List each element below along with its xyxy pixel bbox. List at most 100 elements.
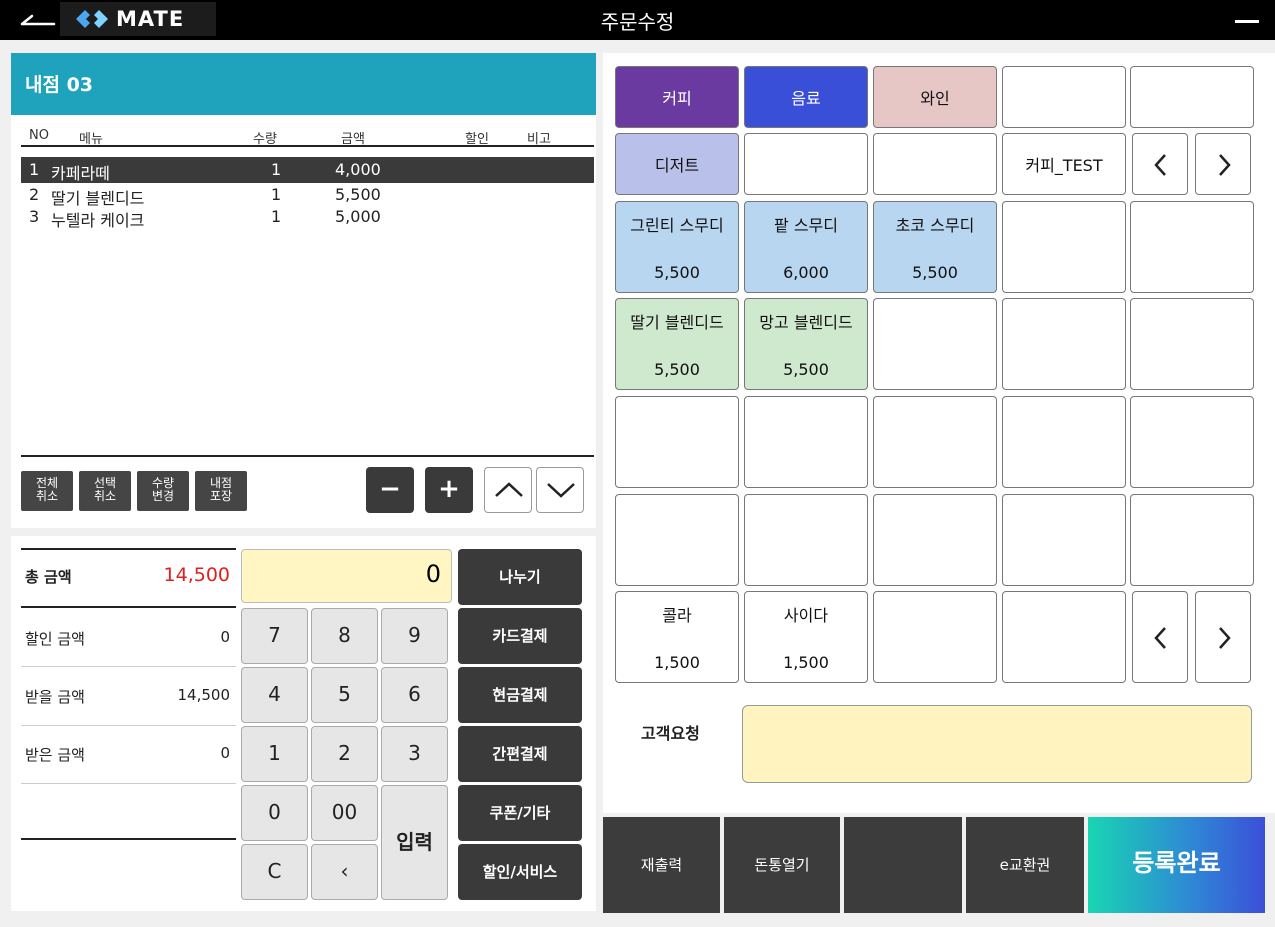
menu-item-empty[interactable] (873, 494, 997, 586)
menu-item-empty[interactable] (873, 591, 997, 683)
menu-item[interactable]: 팥 스무디 6,000 (744, 201, 868, 293)
row-no: 3 (29, 207, 40, 226)
move-up-button[interactable] (484, 467, 532, 513)
key-8[interactable]: 8 (311, 608, 378, 664)
cancel-selected-button[interactable]: 선택 취소 (79, 471, 131, 511)
blank-function-button[interactable] (844, 817, 962, 913)
category-label: 디저트 (654, 156, 700, 175)
menu-item-empty[interactable] (1130, 396, 1254, 488)
split-bill-button[interactable]: 나누기 (458, 549, 582, 605)
change-qty-button[interactable]: 수량 변경 (137, 471, 189, 511)
cash-payment-button[interactable]: 현금결제 (458, 667, 582, 723)
key-7[interactable]: 7 (241, 608, 308, 664)
menu-item-empty[interactable] (615, 396, 739, 488)
amount-input-display[interactable]: 0 (241, 549, 452, 603)
menu-item-empty[interactable] (744, 494, 868, 586)
menu-item[interactable]: 그린티 스무디 5,500 (615, 201, 739, 293)
row-amount: 5,000 (335, 207, 381, 226)
row-no: 2 (29, 185, 40, 204)
key-0[interactable]: 0 (241, 785, 308, 841)
key-3[interactable]: 3 (381, 726, 448, 782)
enter-button[interactable]: 입력 (381, 785, 448, 900)
divider (21, 666, 236, 667)
menu-item-empty[interactable] (744, 396, 868, 488)
col-menu: 메뉴 (79, 132, 103, 147)
category-label: 음료 (791, 89, 821, 108)
menu-item-empty[interactable] (873, 396, 997, 488)
table-name: 내점 03 (11, 53, 596, 115)
key-2[interactable]: 2 (311, 726, 378, 782)
menu-item-empty[interactable] (1002, 298, 1126, 390)
category-empty[interactable] (873, 133, 997, 195)
menu-next-button[interactable] (1195, 591, 1251, 683)
item-price: 1,500 (783, 653, 829, 672)
plus-button[interactable]: + (425, 467, 473, 513)
category-empty[interactable] (1130, 66, 1254, 128)
menu-item-empty[interactable] (873, 298, 997, 390)
menu-item-empty[interactable] (1130, 201, 1254, 293)
cancel-all-button[interactable]: 전체 취소 (21, 471, 73, 511)
menu-panel: 커피 음료 와인 디저트 커피_TEST 그린티 스무디 5,500 팥 스무디 6… (603, 53, 1275, 813)
key-4[interactable]: 4 (241, 667, 308, 723)
item-name: 팥 스무디 (774, 216, 838, 235)
register-complete-button[interactable]: 등록완료 (1088, 817, 1265, 913)
key-1[interactable]: 1 (241, 726, 308, 782)
back-arrow-icon[interactable] (18, 6, 58, 34)
due-label: 받을 금액 (25, 688, 85, 706)
minimize-icon[interactable] (1231, 8, 1263, 32)
category-coffee[interactable]: 커피 (615, 66, 739, 128)
key-5[interactable]: 5 (311, 667, 378, 723)
menu-item-empty[interactable] (1002, 494, 1126, 586)
order-row[interactable]: 2 딸기 블렌디드 1 5,500 (21, 183, 594, 208)
e-voucher-button[interactable]: e교환권 (966, 817, 1084, 913)
category-empty[interactable] (1002, 66, 1126, 128)
category-coffee-test[interactable]: 커피_TEST (1002, 133, 1126, 195)
key-backspace[interactable]: ‹ (311, 844, 378, 900)
menu-item-empty[interactable] (615, 494, 739, 586)
minus-button[interactable]: − (366, 467, 414, 513)
key-00[interactable]: 00 (311, 785, 378, 841)
category-prev-button[interactable] (1132, 133, 1188, 195)
row-qty: 1 (271, 207, 282, 226)
logo: MATE (60, 2, 216, 36)
divider (21, 725, 236, 726)
menu-item[interactable]: 콜라 1,500 (615, 591, 739, 683)
btn-line: 취소 (93, 489, 117, 503)
menu-item-empty[interactable] (1130, 494, 1254, 586)
row-amount: 5,500 (335, 185, 381, 204)
key-clear[interactable]: C (241, 844, 308, 900)
col-discount: 할인 (465, 132, 489, 147)
discount-service-button[interactable]: 할인/서비스 (458, 844, 582, 900)
item-price: 5,500 (783, 360, 829, 379)
menu-prev-button[interactable] (1132, 591, 1188, 683)
order-row[interactable]: 3 누텔라 케이크 1 5,000 (21, 205, 594, 230)
menu-item[interactable]: 초코 스무디 5,500 (873, 201, 997, 293)
col-note: 비고 (527, 132, 551, 147)
card-payment-button[interactable]: 카드결제 (458, 608, 582, 664)
chevron-right-icon (1219, 627, 1231, 649)
menu-item[interactable]: 딸기 블렌디드 5,500 (615, 298, 739, 390)
menu-item[interactable]: 망고 블렌디드 5,500 (744, 298, 868, 390)
reprint-button[interactable]: 재출력 (603, 817, 720, 913)
menu-item-empty[interactable] (1002, 591, 1126, 683)
customer-request-input[interactable] (742, 705, 1252, 783)
menu-item-empty[interactable] (1130, 298, 1254, 390)
menu-item[interactable]: 사이다 1,500 (744, 591, 868, 683)
category-next-button[interactable] (1195, 133, 1251, 195)
category-wine[interactable]: 와인 (873, 66, 997, 128)
category-beverage[interactable]: 음료 (744, 66, 868, 128)
menu-item-empty[interactable] (1002, 201, 1126, 293)
key-6[interactable]: 6 (381, 667, 448, 723)
chevron-up-icon (495, 482, 523, 497)
coupon-other-button[interactable]: 쿠폰/기타 (458, 785, 582, 841)
open-drawer-button[interactable]: 돈통열기 (724, 817, 840, 913)
category-empty[interactable] (744, 133, 868, 195)
key-9[interactable]: 9 (381, 608, 448, 664)
move-down-button[interactable] (536, 467, 584, 513)
category-dessert[interactable]: 디저트 (615, 133, 739, 195)
divider (21, 548, 236, 550)
dinein-takeout-button[interactable]: 내점 포장 (195, 471, 247, 511)
order-row[interactable]: 1 카페라떼 1 4,000 (21, 157, 594, 183)
menu-item-empty[interactable] (1002, 396, 1126, 488)
easy-payment-button[interactable]: 간편결제 (458, 726, 582, 782)
